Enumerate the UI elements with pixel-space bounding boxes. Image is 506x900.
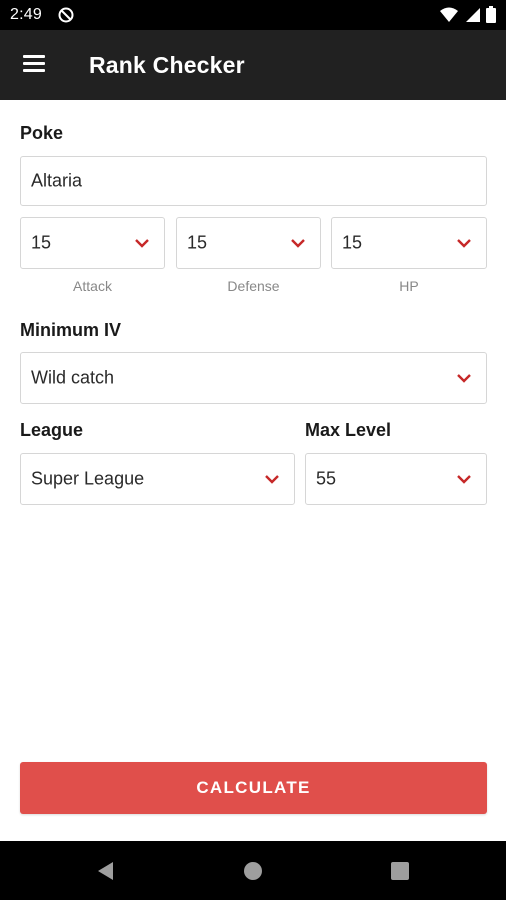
- status-time: 2:49: [10, 6, 42, 23]
- calculate-button-label: CALCULATE: [196, 778, 311, 797]
- attack-value: 15: [31, 232, 52, 253]
- wifi-icon: [440, 7, 458, 22]
- calculate-button[interactable]: CALCULATE: [20, 762, 487, 814]
- league-value: Super League: [31, 468, 145, 489]
- league-label: League: [20, 420, 84, 440]
- status-bar: 2:49: [0, 0, 506, 30]
- status-icons: [440, 6, 496, 23]
- do-not-disturb-icon: [58, 7, 74, 23]
- poke-input[interactable]: Altaria: [20, 156, 487, 206]
- minimum-iv-select[interactable]: Wild catch: [20, 352, 487, 404]
- hp-label: HP: [399, 278, 419, 294]
- defense-select[interactable]: 15: [176, 217, 321, 269]
- chevron-down-icon: [265, 475, 279, 484]
- chevron-down-icon: [291, 239, 305, 248]
- chevron-down-icon: [135, 239, 149, 248]
- poke-label: Poke: [20, 123, 64, 143]
- max-level-value: 55: [316, 468, 337, 489]
- hp-value: 15: [342, 232, 363, 253]
- defense-value: 15: [187, 232, 208, 253]
- minimum-iv-value: Wild catch: [31, 367, 115, 388]
- poke-input-value: Altaria: [31, 170, 83, 191]
- hp-select[interactable]: 15: [331, 217, 487, 269]
- max-level-select[interactable]: 55: [305, 453, 487, 505]
- home-icon[interactable]: [241, 859, 265, 883]
- page-title: Rank Checker: [89, 52, 245, 78]
- battery-icon: [486, 6, 496, 23]
- chevron-down-icon: [457, 239, 471, 248]
- app-bar: Rank Checker: [0, 30, 506, 100]
- system-nav-bar: [0, 841, 506, 900]
- league-select[interactable]: Super League: [20, 453, 295, 505]
- attack-label: Attack: [73, 278, 112, 294]
- hamburger-menu-icon[interactable]: [22, 54, 48, 76]
- recents-icon[interactable]: [388, 859, 412, 883]
- chevron-down-icon: [457, 374, 471, 383]
- minimum-iv-label: Minimum IV: [20, 320, 122, 340]
- signal-icon: [466, 7, 480, 22]
- defense-label: Defense: [227, 278, 280, 294]
- chevron-down-icon: [457, 475, 471, 484]
- attack-select[interactable]: 15: [20, 217, 165, 269]
- max-level-label: Max Level: [305, 420, 392, 440]
- back-icon[interactable]: [94, 859, 118, 883]
